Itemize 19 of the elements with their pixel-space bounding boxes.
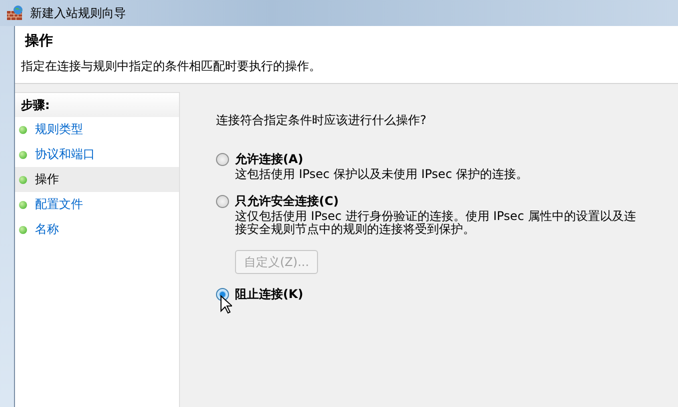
option-description: 这包括使用 IPsec 保护以及未使用 IPsec 保护的连接。 <box>235 168 529 181</box>
step-item[interactable]: 名称 <box>15 217 179 242</box>
option-label[interactable]: 只允许安全连接(C) <box>235 193 339 210</box>
step-item[interactable]: 配置文件 <box>15 192 179 217</box>
window-title: 新建入站规则向导 <box>30 4 126 22</box>
radio-button[interactable] <box>216 288 229 301</box>
page-title: 操作 <box>25 32 54 50</box>
question-text: 连接符合指定条件时应该进行什么操作? <box>216 112 428 129</box>
firewall-icon <box>6 5 24 21</box>
option-label[interactable]: 允许连接(A) <box>235 151 304 168</box>
step-item[interactable]: 操作 <box>15 167 179 192</box>
step-item[interactable]: 规则类型 <box>15 117 179 142</box>
radio-button[interactable] <box>216 195 229 208</box>
step-item[interactable]: 协议和端口 <box>15 142 179 167</box>
page-description: 指定在连接与规则中指定的条件相匹配时要执行的操作。 <box>21 58 322 75</box>
option-description: 这仅包括使用 IPsec 进行身份验证的连接。使用 IPsec 属性中的设置以及连接安全规则节点中的规则的连接将受到保护。 <box>235 210 637 236</box>
cursor-icon <box>220 295 232 314</box>
radio-button[interactable] <box>216 153 229 166</box>
option-label[interactable]: 阻止连接(K) <box>235 286 304 303</box>
